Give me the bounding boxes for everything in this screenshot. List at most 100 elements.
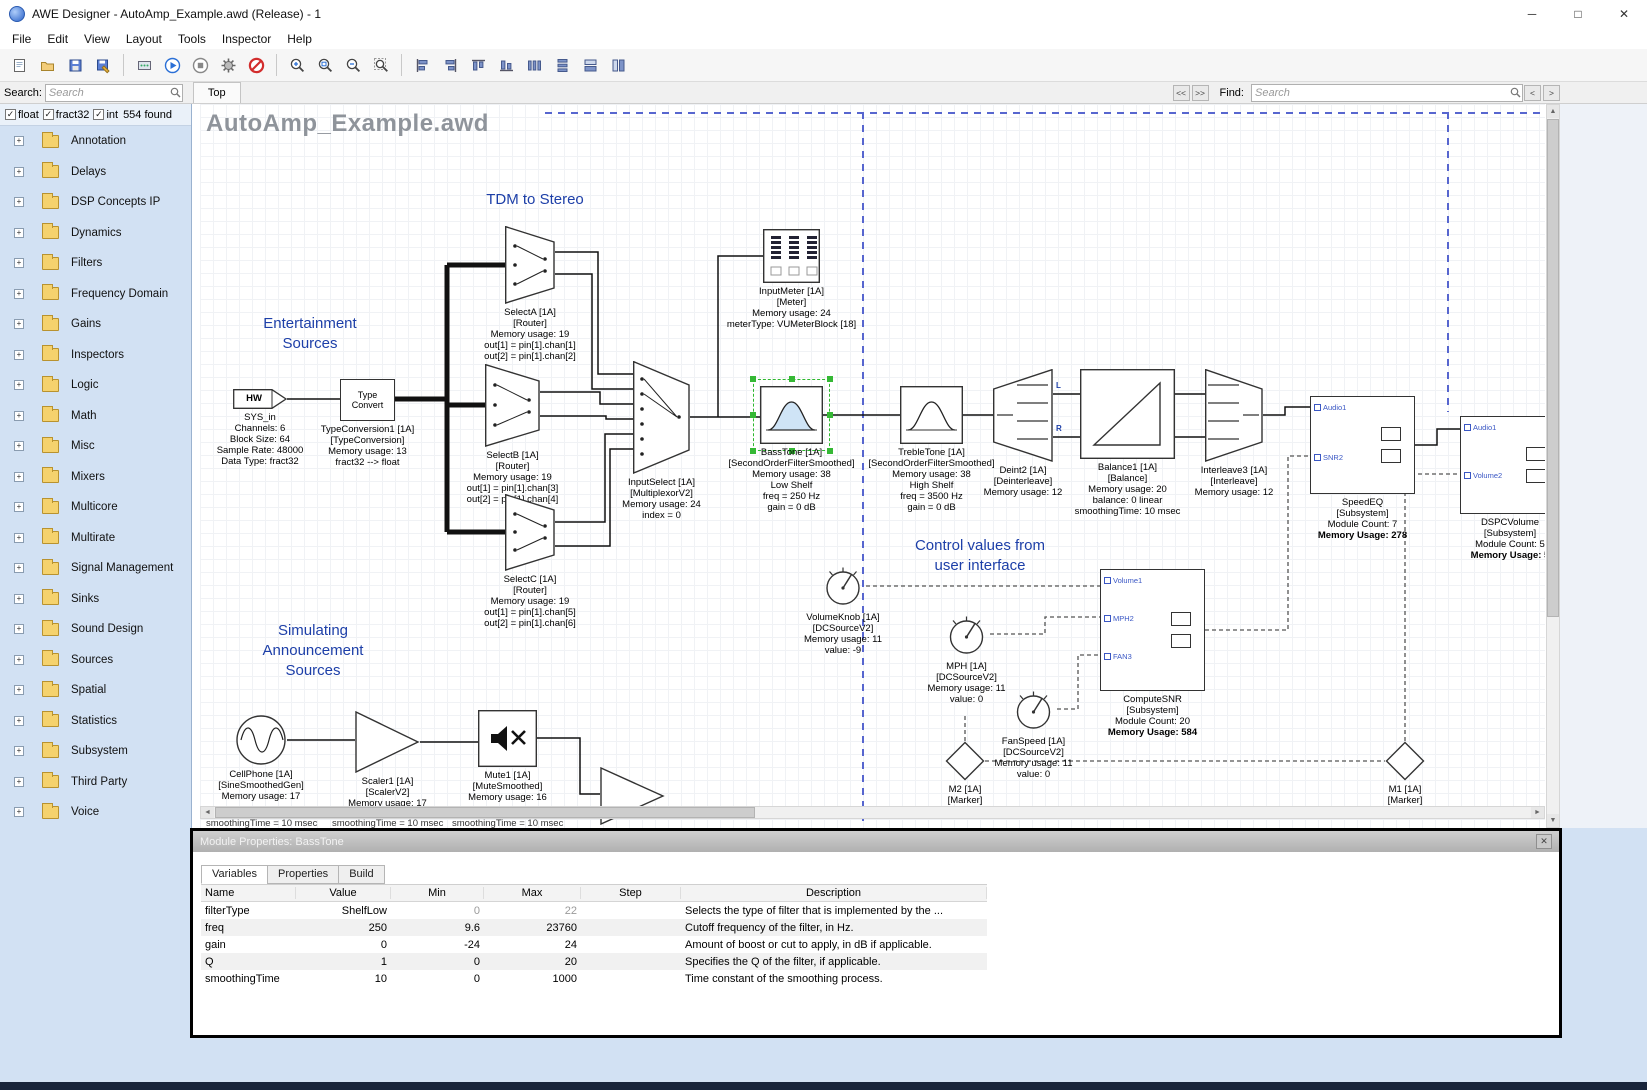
align-top-button[interactable] (465, 52, 491, 78)
design-canvas[interactable]: AutoAmp_Example.awd (200, 104, 1545, 828)
expand-icon[interactable]: + (14, 136, 24, 146)
sidebar-item-mixers[interactable]: +Mixers (0, 462, 191, 493)
tab-build[interactable]: Build (338, 865, 384, 884)
expand-icon[interactable]: + (14, 472, 24, 482)
sidebar-item-signal-management[interactable]: +Signal Management (0, 553, 191, 584)
menu-inspector[interactable]: Inspector (214, 30, 279, 48)
vertical-scrollbar[interactable]: ▲ ▼ (1546, 104, 1560, 828)
expand-icon[interactable]: + (14, 807, 24, 817)
module-scaler1[interactable]: Scaler1 [1A][ScalerV2]Memory usage: 17 (355, 711, 420, 773)
sidebar-item-gains[interactable]: +Gains (0, 309, 191, 340)
sidebar-item-misc[interactable]: +Misc (0, 431, 191, 462)
sidebar-item-inspectors[interactable]: +Inspectors (0, 340, 191, 371)
expand-icon[interactable]: + (14, 411, 24, 421)
scroll-right-icon[interactable]: ► (1531, 807, 1544, 818)
stop-button[interactable] (187, 52, 213, 78)
save-as-button[interactable] (90, 52, 116, 78)
maximize-button[interactable]: □ (1555, 0, 1601, 28)
scroll-up-icon[interactable]: ▲ (1547, 105, 1559, 118)
sidebar-item-statistics[interactable]: +Statistics (0, 706, 191, 737)
scroll-left-icon[interactable]: ◄ (201, 807, 214, 818)
expand-icon[interactable]: + (14, 319, 24, 329)
variable-row-filterType[interactable]: filterTypeShelfLow022Selects the type of… (201, 902, 987, 919)
find-prev-button[interactable]: < (1524, 85, 1541, 101)
module-typeconversion1[interactable]: TypeConvert TypeConversion1 [1A][TypeCon… (340, 379, 395, 421)
module-sysin[interactable]: HW SYS_inChannels: 6Block Size: 64Sample… (233, 389, 287, 409)
sidebar-item-annotation[interactable]: +Annotation (0, 126, 191, 157)
variable-row-Q[interactable]: Q1020Specifies the Q of the filter, if a… (201, 953, 987, 970)
expand-icon[interactable]: + (14, 746, 24, 756)
sidebar-item-dsp-concepts-ip[interactable]: +DSP Concepts IP (0, 187, 191, 218)
module-inputmeter[interactable]: InputMeter [1A][Meter]Memory usage: 24me… (763, 229, 820, 283)
close-button[interactable]: ✕ (1601, 0, 1647, 28)
menu-help[interactable]: Help (279, 30, 320, 48)
distribute-vertical-button[interactable] (549, 52, 575, 78)
sidebar-item-multirate[interactable]: +Multirate (0, 523, 191, 554)
module-computesnr[interactable]: Volume1MPH2FAN3 ComputeSNR[Subsystem]Mod… (1100, 569, 1205, 691)
find-next-button[interactable]: > (1543, 85, 1560, 101)
zoom-out-button[interactable] (340, 52, 366, 78)
filter-fract32[interactable]: ✓fract32 (40, 109, 90, 121)
variable-row-smoothingTime[interactable]: smoothingTime1001000Time constant of the… (201, 970, 987, 987)
run-button[interactable] (159, 52, 185, 78)
zoom-region-button[interactable] (368, 52, 394, 78)
module-balance1[interactable]: Balance1 [1A][Balance]Memory usage: 20ba… (1080, 369, 1175, 459)
expand-icon[interactable]: + (14, 167, 24, 177)
align-left-button[interactable] (409, 52, 435, 78)
expand-icon[interactable]: + (14, 380, 24, 390)
expand-icon[interactable]: + (14, 350, 24, 360)
module-fanspeed[interactable]: FanSpeed [1A][DCSourceV2]Memory usage: 1… (1010, 686, 1057, 733)
module-selectb[interactable]: SelectB [1A][Router]Memory usage: 19out[… (485, 364, 540, 447)
module-m1[interactable]: M1 [1A][Marker] (1385, 741, 1425, 781)
filter-int[interactable]: ✓int (90, 109, 118, 121)
sidebar-item-voice[interactable]: +Voice (0, 797, 191, 828)
module-selecta[interactable]: SelectA [1A][Router]Memory usage: 19out[… (505, 226, 555, 304)
find-next-all-button[interactable]: >> (1192, 85, 1209, 101)
filter-float[interactable]: ✓float (2, 109, 39, 121)
align-bottom-button[interactable] (493, 52, 519, 78)
expand-icon[interactable]: + (14, 289, 24, 299)
horizontal-scrollbar[interactable]: ◄ ► (200, 806, 1545, 819)
module-mph[interactable]: MPH [1A][DCSourceV2]Memory usage: 11valu… (943, 611, 990, 658)
sidebar-item-multicore[interactable]: +Multicore (0, 492, 191, 523)
minimize-button[interactable]: ─ (1509, 0, 1555, 28)
save-button[interactable] (62, 52, 88, 78)
expand-icon[interactable]: + (14, 624, 24, 634)
tab-variables[interactable]: Variables (201, 865, 268, 884)
variable-row-gain[interactable]: gain0-2424Amount of boost or cut to appl… (201, 936, 987, 953)
match-width-button[interactable] (577, 52, 603, 78)
menu-edit[interactable]: Edit (39, 30, 76, 48)
module-m2[interactable]: M2 [1A][Marker] (945, 741, 985, 781)
config-button[interactable] (215, 52, 241, 78)
expand-icon[interactable]: + (14, 716, 24, 726)
match-height-button[interactable] (605, 52, 631, 78)
module-dspcvolume[interactable]: Audio1Volume2 DSPCVolume[Subsystem]Modul… (1460, 416, 1545, 514)
sidebar-item-delays[interactable]: +Delays (0, 157, 191, 188)
menu-file[interactable]: File (4, 30, 39, 48)
expand-icon[interactable]: + (14, 228, 24, 238)
module-speedeq[interactable]: Audio1SNR2 SpeedEQ[Subsystem]Module Coun… (1310, 396, 1415, 494)
expand-icon[interactable]: + (14, 594, 24, 604)
expand-icon[interactable]: + (14, 441, 24, 451)
expand-icon[interactable]: + (14, 685, 24, 695)
expand-icon[interactable]: + (14, 197, 24, 207)
module-interleave3[interactable]: Interleave3 [1A][Interleave]Memory usage… (1205, 369, 1263, 462)
distribute-horizontal-button[interactable] (521, 52, 547, 78)
expand-icon[interactable]: + (14, 258, 24, 268)
expand-icon[interactable]: + (14, 502, 24, 512)
tab-top[interactable]: Top (193, 82, 241, 103)
sidebar-item-math[interactable]: +Math (0, 401, 191, 432)
scrollbar-thumb[interactable] (1547, 119, 1559, 617)
target-hardware-button[interactable] (131, 52, 157, 78)
open-button[interactable] (34, 52, 60, 78)
module-basstone[interactable]: BassTone [1A][SecondOrderFilterSmoothed]… (760, 386, 823, 444)
menu-tools[interactable]: Tools (170, 30, 214, 48)
sidebar-item-dynamics[interactable]: +Dynamics (0, 218, 191, 249)
expand-icon[interactable]: + (14, 777, 24, 787)
scroll-down-icon[interactable]: ▼ (1547, 814, 1559, 827)
module-volumeknob[interactable]: VolumeKnob [1A][DCSourceV2]Memory usage:… (820, 563, 866, 609)
module-selectc[interactable]: SelectC [1A][Router]Memory usage: 19out[… (505, 494, 555, 571)
sidebar-item-filters[interactable]: +Filters (0, 248, 191, 279)
properties-titlebar[interactable]: Module Properties: BassTone ✕ (193, 831, 1559, 852)
sidebar-item-sinks[interactable]: +Sinks (0, 584, 191, 615)
